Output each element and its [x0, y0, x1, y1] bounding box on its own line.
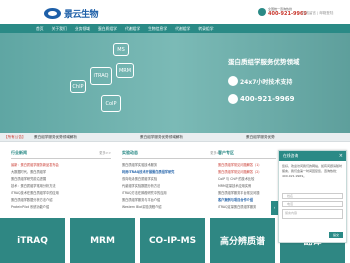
banner-title: 蛋白质组学服务优势领域 — [228, 58, 300, 66]
list-item[interactable]: 最新：蛋白质组学服务新品发布会 — [11, 162, 111, 169]
site-logo[interactable]: 景云生物 — [44, 7, 99, 20]
customer-column: 客户专区 蛋白质组学常见问题解答（1） 蛋白质组学常见问题解答（2） CoIP … — [218, 150, 276, 211]
nav-item-about[interactable]: 关于我们 — [52, 24, 67, 33]
nav-item-transcriptomics[interactable]: 转录组学 — [198, 24, 213, 33]
tile-mrm[interactable]: MRM — [70, 218, 135, 263]
column-title: 实验动态 更多>> — [122, 150, 222, 159]
chat-toggle-button[interactable]: ‹ — [271, 201, 278, 215]
top-links[interactable]: 在线留言 | 邮箱登陆 — [302, 11, 333, 16]
list-item[interactable]: 蛋白质组学实验技术服务 — [122, 162, 222, 169]
hex-ms: MS — [113, 43, 129, 56]
chat-widget: 在线咨询 × 您好，欢迎访问我们的网站，如有问题请随时留言，我们会第一时间回复您… — [278, 150, 347, 243]
chat-phone-field[interactable]: 电话 — [282, 201, 343, 207]
list-item[interactable]: 利用iTRAQ技术开展蛋白质组学研究 — [122, 169, 222, 176]
phone-icon — [228, 94, 238, 104]
column-title: 行业新闻 更多>> — [11, 150, 111, 159]
banner-support: 24x7小时技术支持 — [240, 79, 293, 86]
chat-submit-button[interactable]: 提交 — [329, 232, 343, 238]
list-item[interactable]: 代谢组学实验数据分析方法 — [122, 183, 222, 190]
list-item[interactable]: 技术：蛋白质组学常用分析方法 — [11, 183, 111, 190]
nav-item-business[interactable]: 业务领域 — [75, 24, 90, 33]
nav-item-home[interactable]: 首页 — [36, 24, 44, 33]
list-item[interactable]: 蛋白质组学常见问题解答（2） — [218, 169, 276, 176]
list-item[interactable]: iTRAQ定量蛋白质组学服务 — [218, 204, 276, 211]
chat-title: 在线咨询 — [283, 153, 299, 158]
list-item[interactable]: 蛋白质组学数据分析方法介绍 — [11, 197, 111, 204]
list-item[interactable]: iTRAQ技术在蛋白质组学中的应用 — [11, 190, 111, 197]
tile-itraq[interactable]: iTRAQ — [0, 218, 65, 263]
tile-coip-ms[interactable]: CO-IP-MS — [140, 218, 205, 263]
site-header: 景云生物 全国统一咨询热线 400-921-9969 在线留言 | 邮箱登陆 — [0, 0, 350, 24]
list-item[interactable]: 蛋白质组学研究前沿进展 — [11, 176, 111, 183]
announcement-item[interactable]: 蛋白组学服务优势领域解析 — [140, 133, 183, 142]
chat-message: 您好，欢迎访问我们的网站，如有问题请随时留言，我们会第一时间回复您，咨询热线：4… — [282, 164, 343, 178]
hex-itraq: iTRAQ — [90, 67, 112, 85]
announcement-label: 【所有公告】 — [4, 135, 26, 139]
list-item[interactable]: iTRAQ方法在肿瘤研究中的应用 — [122, 190, 222, 197]
announcement-item[interactable]: 蛋白组学服务优势领域解析 — [34, 133, 77, 142]
nav-item-metabolomics[interactable]: 代谢组学 — [125, 24, 140, 33]
column-title: 客户专区 — [218, 150, 276, 159]
list-item[interactable]: 蛋白质组学常见问题解答（1） — [218, 162, 276, 169]
clock-icon — [228, 76, 238, 86]
chat-header: 在线咨询 × — [279, 151, 346, 161]
logo-text: 景云生物 — [64, 10, 99, 20]
announcement-bar: 【所有公告】 蛋白组学服务优势领域解析 蛋白组学服务优势领域解析 蛋白组学服务优… — [0, 133, 350, 142]
lab-column: 实验动态 更多>> 蛋白质组学实验技术服务 利用iTRAQ技术开展蛋白质组学研究 … — [122, 150, 222, 211]
logo-mark-icon — [44, 8, 61, 19]
nav-item-proteomics[interactable]: 蛋白质组学 — [98, 24, 117, 33]
hex-coip: CoIP — [101, 95, 121, 112]
list-item[interactable]: 蛋白质组学服务与平台介绍 — [122, 197, 222, 204]
hero-banner[interactable]: MS iTRAQ MRM ChIP CoIP 蛋白质组学服务优势领域 24x7小… — [0, 33, 350, 133]
nav-item-metabolomics-2[interactable]: 代谢组学 — [175, 24, 190, 33]
list-item[interactable]: ProteinPilot 系统功能介绍 — [11, 204, 111, 211]
list-item[interactable]: Western Blot实验流程介绍 — [122, 204, 222, 211]
nav-item-bioinformatics[interactable]: 生物信息学 — [148, 24, 167, 33]
list-item[interactable]: 蛋白质组学服务平台常见问题 — [218, 190, 276, 197]
more-link[interactable]: 更多>> — [99, 150, 111, 155]
close-icon[interactable]: × — [339, 151, 343, 161]
hex-chip: ChIP — [70, 80, 86, 93]
list-item[interactable]: CoIP 与 ChIP 的技术比较 — [218, 176, 276, 183]
list-item[interactable]: 大数据时代，蛋白质组学 — [11, 169, 111, 176]
list-item[interactable]: 双向电泳蛋白质组学实验 — [122, 176, 222, 183]
phone-icon — [258, 8, 266, 16]
hex-mrm: MRM — [116, 63, 134, 78]
list-item[interactable]: 客户案例与项目合作介绍 — [218, 197, 276, 204]
main-nav: 首页 关于我们 业务领域 蛋白质组学 代谢组学 生物信息学 代谢组学 转录组学 — [0, 24, 350, 33]
announcement-item[interactable]: 蛋白组学服务优势 — [246, 133, 275, 142]
chat-message-field[interactable]: 留言内容 — [282, 209, 343, 219]
chat-name-field[interactable]: 姓名 — [282, 193, 343, 199]
list-item[interactable]: MRM定量技术应用实例 — [218, 183, 276, 190]
news-column: 行业新闻 更多>> 最新：蛋白质组学服务新品发布会 大数据时代，蛋白质组学 蛋白质… — [11, 150, 111, 211]
banner-phone: 400-921-9969 — [240, 95, 295, 103]
tile-hr-ms[interactable]: 高分辨质谱 — [210, 218, 275, 263]
hotline: 全国统一咨询热线 400-921-9969 — [258, 7, 307, 17]
